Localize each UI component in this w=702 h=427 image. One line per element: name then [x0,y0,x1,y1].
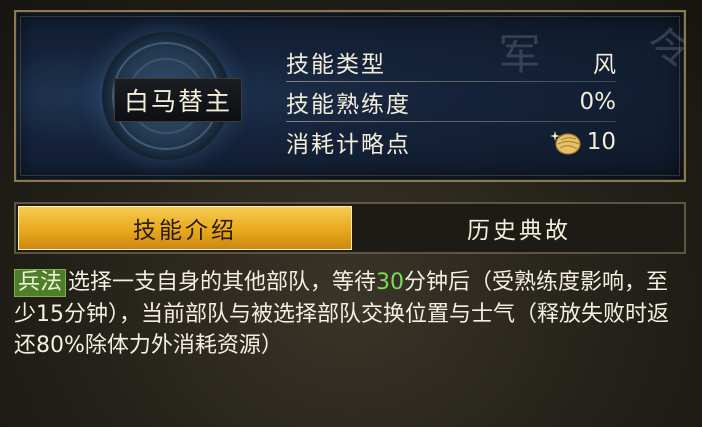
decorative-calligraphy-icon: 令 [642,26,686,68]
strategy-cost-value: 10 [586,129,616,155]
description-text: 选择一支自身的其他部队，等待 [68,270,377,295]
stat-row-skill-type: 技能类型 风 [286,42,616,82]
skill-description: 兵法 选择一支自身的其他部队，等待30分钟后（受熟练度影响，至少15分钟），当前部… [14,267,686,362]
wait-minutes-value: 30 [376,270,405,295]
tab-history[interactable]: 历史典故 [354,204,684,252]
tab-bar: 技能介绍 历史典故 [14,202,686,254]
stat-row-proficiency: 技能熟练度 0% [286,82,616,122]
skill-info-panel: 军 令 白马替主 技能类型 风 技能熟练度 0% 消耗计略点 10 [14,10,686,182]
tab-skill-intro[interactable]: 技能介绍 [18,206,352,250]
stat-label: 技能熟练度 [286,92,411,118]
stat-value: 10 [549,127,616,157]
stat-value: 风 [593,52,616,78]
stat-row-strategy-cost: 消耗计略点 10 [286,122,616,162]
stat-value: 0% [579,89,617,115]
strategy-point-icon [549,131,581,155]
stat-label: 消耗计略点 [286,132,411,158]
skill-stats: 技能类型 风 技能熟练度 0% 消耗计略点 10 [286,42,616,162]
skill-tag-badge: 兵法 [14,269,67,297]
stat-label: 技能类型 [286,52,386,78]
skill-name: 白马替主 [114,78,242,122]
